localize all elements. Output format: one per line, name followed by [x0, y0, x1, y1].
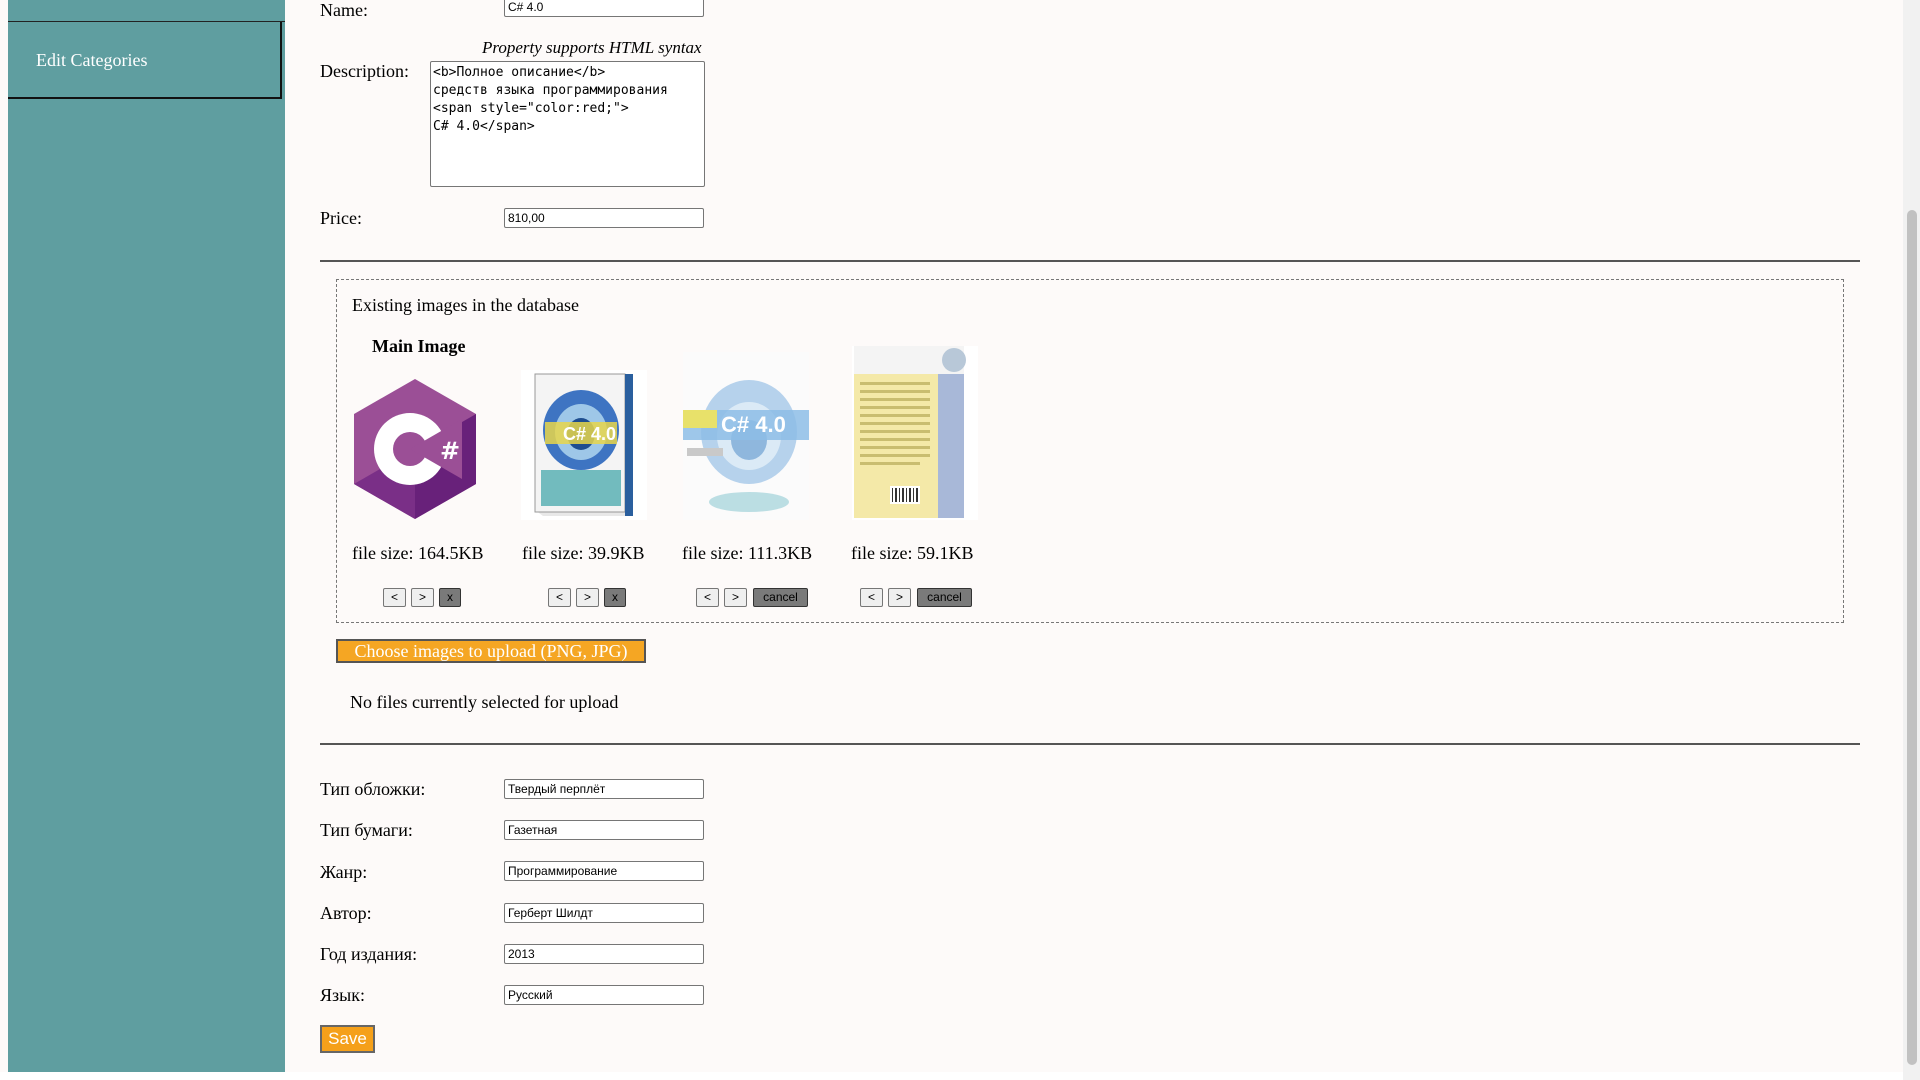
- book-cover-faded-image: C# 4.0: [683, 352, 809, 520]
- image-1-file-size: file size: 164.5KB: [352, 543, 484, 563]
- author-label: Автор:: [320, 903, 372, 923]
- image-2-move-left-button[interactable]: <: [548, 588, 571, 607]
- name-field[interactable]: [504, 0, 704, 17]
- book-cover-image: C# 4.0: [521, 370, 647, 520]
- cover-type-label: Тип обложки:: [320, 779, 426, 799]
- svg-text:C# 4.0: C# 4.0: [721, 412, 786, 437]
- main-image-label: Main Image: [372, 336, 466, 356]
- image-2-delete-button[interactable]: x: [604, 588, 626, 607]
- image-3-cancel-button[interactable]: cancel: [753, 588, 808, 607]
- image-1-move-left-button[interactable]: <: [383, 588, 406, 607]
- language-field[interactable]: [504, 985, 704, 1005]
- csharp-logo-image: #: [354, 379, 476, 519]
- paper-type-label: Тип бумаги:: [320, 820, 413, 840]
- image-4-file-size: file size: 59.1KB: [851, 543, 974, 563]
- save-button[interactable]: Save: [320, 1025, 375, 1053]
- publication-year-field[interactable]: [504, 944, 704, 964]
- image-3-file-size: file size: 111.3KB: [682, 543, 813, 563]
- section-divider: [320, 260, 1860, 262]
- description-label: Description:: [320, 61, 409, 81]
- images-title: Existing images in the database: [352, 295, 579, 315]
- genre-label: Жанр:: [320, 862, 368, 882]
- page-bottom-edge: [0, 1072, 1920, 1080]
- sidebar: Edit Categories: [8, 0, 285, 1072]
- book-back-cover-image: [852, 346, 978, 520]
- image-2-file-size: file size: 39.9KB: [522, 543, 645, 563]
- image-3-move-right-button[interactable]: >: [724, 588, 747, 607]
- svg-text:#: #: [440, 437, 460, 465]
- image-3-move-left-button[interactable]: <: [696, 588, 719, 607]
- sidebar-item-edit-categories[interactable]: Edit Categories: [8, 22, 282, 99]
- choose-images-upload-button[interactable]: Choose images to upload (PNG, JPG): [336, 639, 646, 663]
- price-field[interactable]: [504, 208, 704, 228]
- section-divider-2: [320, 743, 1860, 745]
- image-4-cancel-button[interactable]: cancel: [917, 588, 972, 607]
- price-label: Price:: [320, 208, 362, 228]
- no-files-status: No files currently selected for upload: [350, 692, 619, 712]
- paper-type-field[interactable]: [504, 820, 704, 840]
- sidebar-top-item[interactable]: [8, 0, 285, 22]
- publication-year-label: Год издания:: [320, 944, 418, 964]
- author-field[interactable]: [504, 903, 704, 923]
- language-label: Язык:: [320, 985, 365, 1005]
- description-html-note: Property supports HTML syntax: [482, 38, 702, 57]
- svg-text:C# 4.0: C# 4.0: [563, 424, 616, 444]
- image-2-move-right-button[interactable]: >: [576, 588, 599, 607]
- image-1-move-right-button[interactable]: >: [411, 588, 434, 607]
- image-4-move-left-button[interactable]: <: [860, 588, 883, 607]
- scrollbar-thumb[interactable]: [1907, 210, 1917, 1065]
- description-field[interactable]: <b>Полное описание</b> средств языка про…: [430, 61, 705, 187]
- cover-type-field[interactable]: [504, 779, 704, 799]
- image-1-delete-button[interactable]: x: [439, 588, 461, 607]
- genre-field[interactable]: [504, 861, 704, 881]
- image-4-move-right-button[interactable]: >: [888, 588, 911, 607]
- name-label: Name:: [320, 0, 368, 20]
